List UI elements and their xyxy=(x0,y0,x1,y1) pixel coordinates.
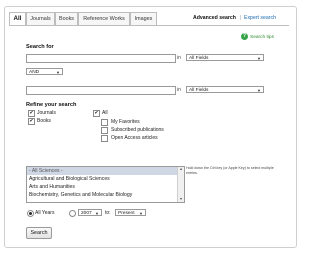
list-item[interactable]: Arts and Humanities xyxy=(27,183,178,191)
tab-all[interactable]: All xyxy=(9,12,26,26)
chevron-down-icon[interactable]: ▼ xyxy=(178,197,184,202)
from-year-value: 2007 xyxy=(81,211,92,216)
all-years-radio[interactable] xyxy=(27,210,34,217)
expert-search-link[interactable]: Expert search xyxy=(244,15,276,21)
tab-books[interactable]: Books xyxy=(55,12,78,25)
refine-label: Refine your search xyxy=(26,102,77,108)
tab-divider xyxy=(9,25,289,26)
open-access-checkbox[interactable] xyxy=(101,135,108,142)
tab-reference-works[interactable]: Reference Works xyxy=(78,12,130,25)
books-checkbox[interactable]: ✔ xyxy=(28,118,35,125)
chevron-down-icon: ▼ xyxy=(257,88,261,93)
all-checkbox[interactable]: ✔ xyxy=(93,110,100,117)
all-checkbox-label: All xyxy=(102,110,108,116)
chevron-down-icon: ▼ xyxy=(56,70,60,75)
to-label: to: xyxy=(105,210,111,216)
field-select-1-value: All Fields xyxy=(189,56,209,61)
field-select-2[interactable]: All Fields ▼ xyxy=(186,86,264,93)
field-select-2-value: All Fields xyxy=(189,88,209,93)
year-range-radio[interactable] xyxy=(69,210,76,217)
subscribed-checkbox[interactable] xyxy=(101,127,108,134)
chevron-down-icon: ▼ xyxy=(257,56,261,61)
my-favorites-checkbox[interactable] xyxy=(101,119,108,126)
open-access-label: Open Access articles xyxy=(111,135,158,141)
search-term-1-input[interactable] xyxy=(26,54,176,63)
header-separator: | xyxy=(240,15,242,21)
my-favorites-label: My Favorites xyxy=(111,119,140,125)
tab-images[interactable]: Images xyxy=(130,12,157,25)
list-item[interactable]: - All Sciences - xyxy=(27,167,178,175)
field-select-1[interactable]: All Fields ▼ xyxy=(186,54,264,61)
listbox-scrollbar[interactable]: ▲ ▼ xyxy=(177,167,184,202)
subject-listbox[interactable]: - All Sciences - Agricultural and Biolog… xyxy=(26,166,185,203)
chevron-down-icon: ▼ xyxy=(139,211,143,216)
journals-checkbox-label: Journals xyxy=(37,110,56,116)
operator-select-value: AND xyxy=(29,70,40,75)
operator-select[interactable]: AND ▼ xyxy=(26,68,63,75)
all-years-label: All Years xyxy=(35,210,55,216)
books-checkbox-label: Books xyxy=(37,118,51,124)
in-label-2: in xyxy=(177,87,181,93)
list-item[interactable]: Agricultural and Biological Sciences xyxy=(27,175,178,183)
list-item[interactable]: Biochemistry, Genetics and Molecular Bio… xyxy=(27,191,178,199)
search-for-label: Search for xyxy=(26,44,54,50)
in-label-1: in xyxy=(177,55,181,61)
advanced-search-label: Advanced search xyxy=(193,15,236,21)
tab-journals[interactable]: Journals xyxy=(26,12,55,25)
search-button[interactable]: Search xyxy=(26,227,52,239)
search-tips-link[interactable]: Search tips xyxy=(250,35,274,40)
search-term-2-input[interactable] xyxy=(26,86,176,95)
chevron-up-icon[interactable]: ▲ xyxy=(178,167,184,172)
multi-select-hint: Hold down the Ctrl key (or Apple Key) to… xyxy=(186,166,274,175)
question-icon[interactable]: ? xyxy=(241,33,248,40)
chevron-down-icon: ▼ xyxy=(95,211,99,216)
to-year-select[interactable]: Present ▼ xyxy=(115,209,146,216)
from-year-select[interactable]: 2007 ▼ xyxy=(78,209,102,216)
subscribed-label: Subscribed publications xyxy=(111,127,164,133)
to-year-value: Present xyxy=(118,211,135,216)
journals-checkbox[interactable]: ✔ xyxy=(28,110,35,117)
